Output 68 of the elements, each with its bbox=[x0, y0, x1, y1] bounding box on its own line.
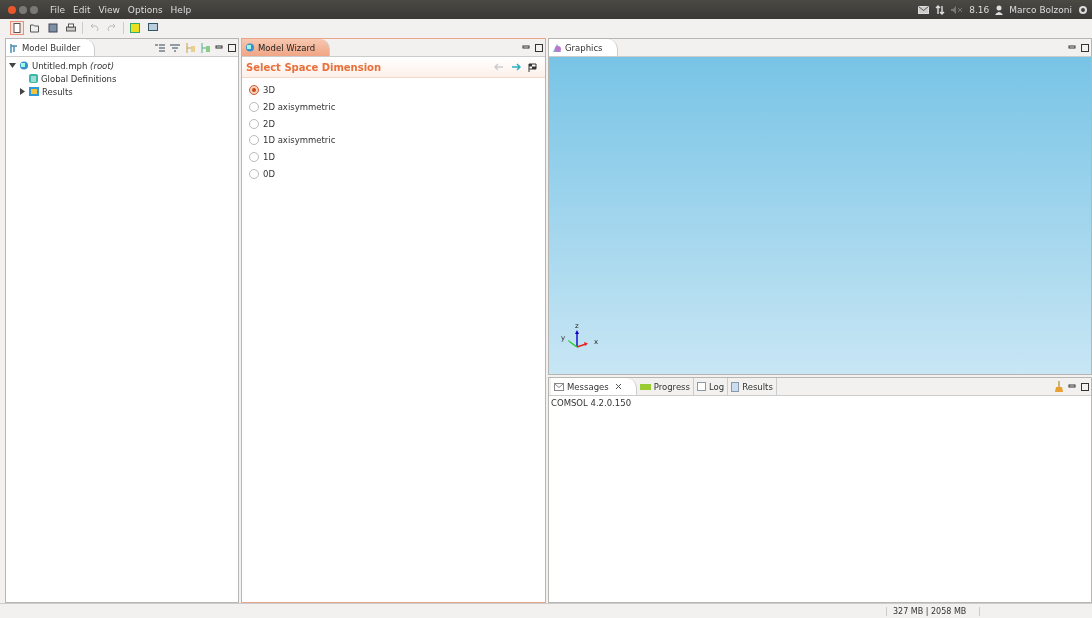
network-icon[interactable] bbox=[935, 4, 946, 15]
panel-tab[interactable]: Results bbox=[728, 378, 777, 395]
panel-title: Graphics bbox=[565, 42, 603, 53]
envelope-icon bbox=[554, 382, 564, 391]
option-label[interactable]: 2D bbox=[263, 118, 275, 129]
gear-icon[interactable] bbox=[1078, 4, 1088, 15]
tree-item[interactable]: Untitled.mph (root) bbox=[32, 60, 114, 71]
user-name[interactable]: Marco Bolzoni bbox=[1009, 4, 1072, 15]
option-label[interactable]: 1D bbox=[263, 152, 275, 163]
maximize-icon[interactable] bbox=[1081, 382, 1089, 391]
message-text: COMSOL 4.2.0.150 bbox=[551, 398, 632, 408]
option-label[interactable]: 1D axisymmetric bbox=[263, 135, 336, 146]
panel-tab[interactable]: Log bbox=[693, 378, 729, 395]
menu-item[interactable]: View bbox=[98, 4, 120, 15]
tree-node-icon[interactable] bbox=[200, 42, 210, 53]
option-label[interactable]: 2D axisymmetric bbox=[263, 102, 336, 113]
menu-item[interactable]: File bbox=[50, 4, 66, 15]
definitions-icon bbox=[29, 74, 38, 83]
user-icon[interactable] bbox=[995, 4, 1004, 15]
option-label[interactable]: 0D bbox=[263, 168, 275, 179]
print-icon[interactable] bbox=[64, 21, 78, 35]
save-icon[interactable] bbox=[46, 21, 60, 35]
radio-button[interactable] bbox=[249, 102, 259, 113]
menu-item[interactable]: Options bbox=[127, 4, 163, 15]
maximize-icon[interactable] bbox=[535, 43, 543, 52]
clock-text[interactable]: 8.16 bbox=[969, 4, 990, 15]
model-icon bbox=[19, 61, 29, 70]
progress-bar-icon bbox=[639, 383, 651, 390]
maximize-icon[interactable] bbox=[228, 43, 236, 52]
panel-tab[interactable]: Messages bbox=[551, 378, 637, 395]
panel-title: Model Builder bbox=[22, 42, 81, 53]
collapsed-arrow-icon[interactable] bbox=[19, 88, 26, 95]
minimize-icon[interactable] bbox=[522, 43, 530, 52]
minimize-icon[interactable] bbox=[1068, 43, 1076, 52]
results-icon bbox=[29, 87, 39, 96]
menu-item[interactable]: Edit bbox=[73, 4, 91, 15]
expanded-arrow-icon[interactable] bbox=[9, 62, 16, 69]
panel-title: Model Wizard bbox=[258, 42, 316, 53]
open-icon[interactable] bbox=[28, 21, 42, 35]
panel-tab[interactable]: Graphics bbox=[549, 39, 618, 56]
radio-button[interactable] bbox=[249, 152, 259, 163]
radio-button[interactable] bbox=[249, 135, 259, 146]
wizard-heading: Select Space Dimension bbox=[246, 61, 382, 73]
tree-item[interactable]: Results bbox=[42, 86, 73, 97]
menu-item[interactable]: Help bbox=[170, 4, 192, 15]
panel-tab[interactable]: Model Builder bbox=[6, 39, 96, 56]
finish-flag-icon[interactable] bbox=[528, 62, 537, 72]
graphics-icon bbox=[552, 42, 562, 53]
new-icon[interactable] bbox=[10, 21, 24, 35]
panel-tab[interactable]: Model Wizard bbox=[242, 39, 331, 56]
minimize-icon[interactable] bbox=[1068, 382, 1076, 391]
wizard-icon bbox=[245, 43, 255, 52]
minimize-icon[interactable] bbox=[215, 43, 223, 52]
radio-button[interactable] bbox=[249, 118, 259, 129]
close-icon[interactable] bbox=[614, 383, 622, 390]
memory-usage: 327 MB | 2058 MB bbox=[886, 606, 980, 616]
tree-node-icon[interactable] bbox=[185, 42, 195, 53]
radio-button[interactable] bbox=[249, 168, 259, 179]
option-label[interactable]: 3D bbox=[263, 85, 275, 96]
muted-speaker-icon[interactable] bbox=[951, 5, 964, 14]
mail-icon[interactable] bbox=[918, 5, 930, 14]
maximize-icon[interactable] bbox=[1081, 43, 1089, 52]
panel-tab[interactable]: Progress bbox=[636, 378, 694, 395]
document-icon bbox=[731, 381, 740, 392]
radio-button[interactable] bbox=[249, 85, 259, 96]
tree-item[interactable]: Global Definitions bbox=[41, 73, 117, 84]
tree-icon bbox=[9, 42, 19, 53]
log-icon bbox=[696, 382, 706, 391]
